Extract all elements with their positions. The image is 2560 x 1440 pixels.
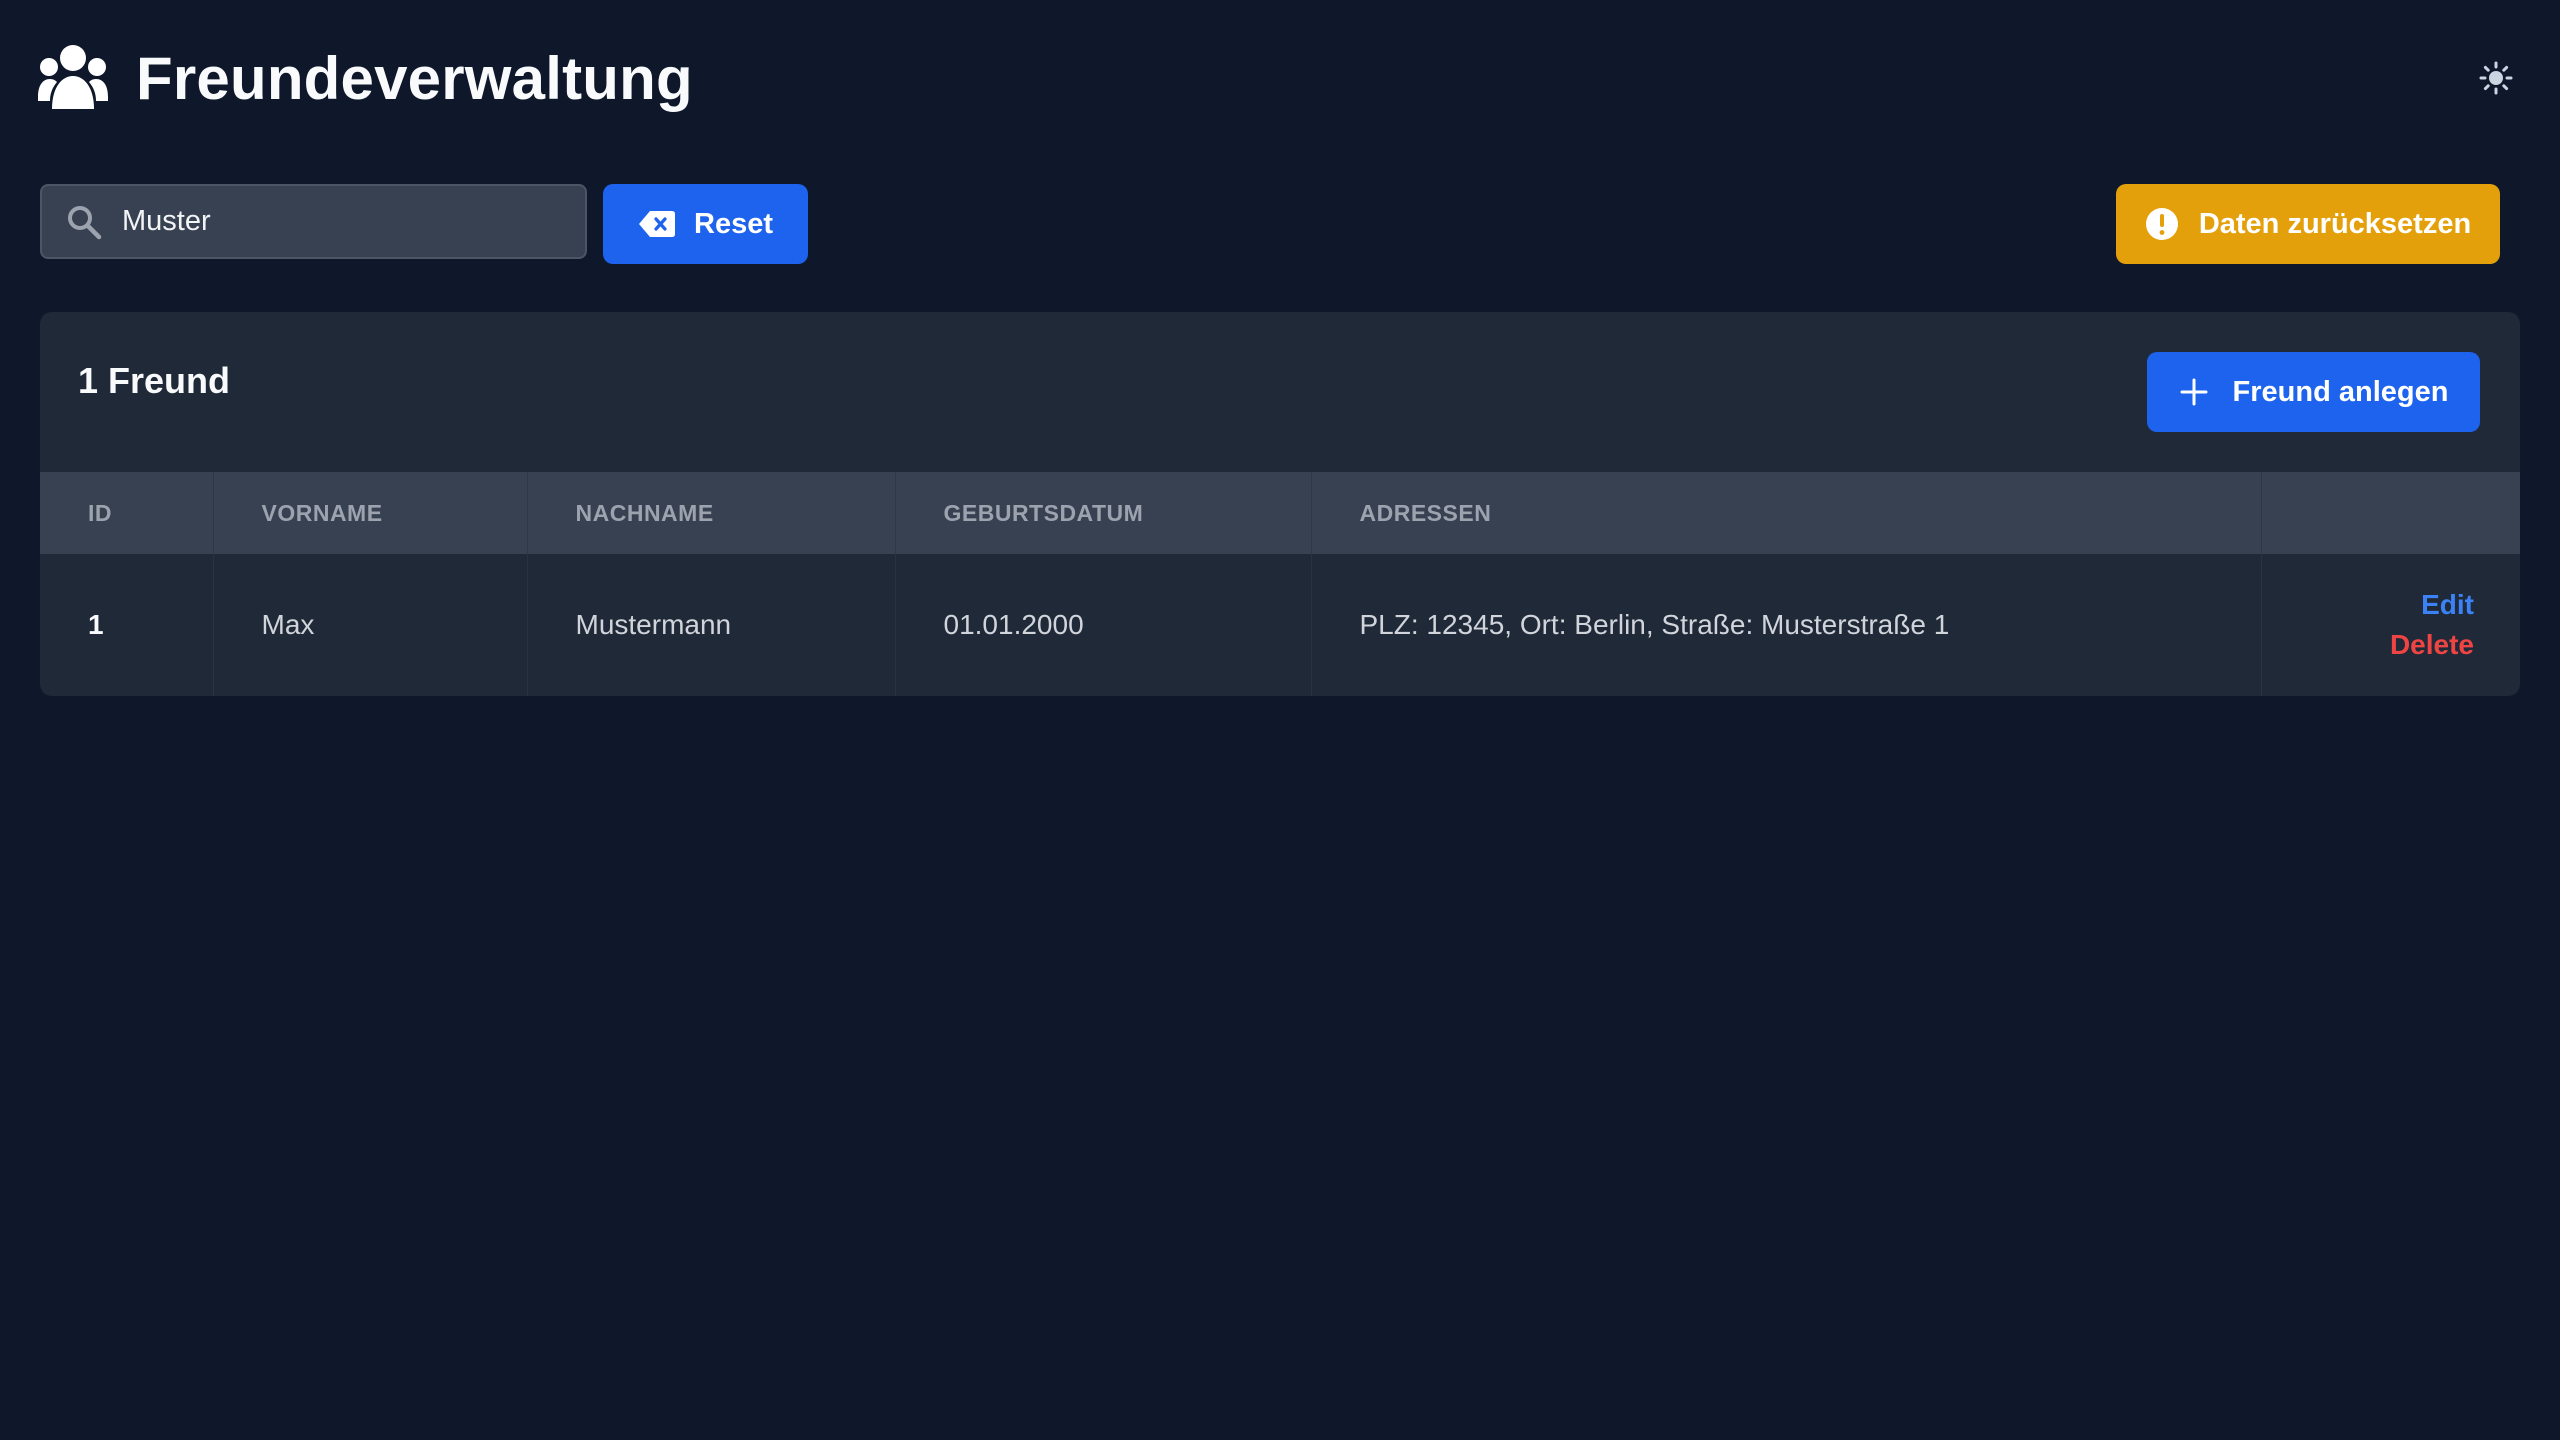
cell-vorname: Max <box>213 554 528 696</box>
reset-data-button[interactable]: Daten zurücksetzen <box>2116 184 2500 264</box>
users-icon <box>38 45 108 109</box>
theme-toggle-button[interactable] <box>2468 50 2524 106</box>
page-title: Freundeverwaltung <box>136 44 693 112</box>
column-header-vorname: VORNAME <box>213 472 528 554</box>
column-header-actions <box>2261 472 2520 554</box>
reset-search-button[interactable]: Reset <box>603 184 808 264</box>
table-row: 1 Max Mustermann 01.01.2000 PLZ: 12345, … <box>40 554 2520 696</box>
search-icon <box>68 205 102 239</box>
app-header: Freundeverwaltung <box>36 38 2524 118</box>
table-header-row: ID VORNAME NACHNAME GEBURTSDATUM ADRESSE… <box>40 472 2520 554</box>
reset-button-label: Reset <box>694 207 773 240</box>
cell-geburtsdatum: 01.01.2000 <box>895 554 1312 696</box>
column-header-id: ID <box>40 472 214 554</box>
reset-data-button-label: Daten zurücksetzen <box>2198 207 2472 240</box>
cell-id: 1 <box>40 554 214 696</box>
edit-link[interactable]: Edit <box>2262 585 2474 625</box>
cell-actions: Edit Delete <box>2261 554 2520 696</box>
sun-icon <box>2479 61 2513 95</box>
search-box[interactable] <box>40 184 587 259</box>
add-friend-button[interactable]: Freund anlegen <box>2147 352 2480 432</box>
delete-link[interactable]: Delete <box>2262 625 2474 665</box>
search-input[interactable] <box>122 205 542 238</box>
exclamation-circle-icon <box>2145 208 2178 240</box>
cell-adressen: PLZ: 12345, Ort: Berlin, Straße: Musters… <box>1311 554 2262 696</box>
friends-table: ID VORNAME NACHNAME GEBURTSDATUM ADRESSE… <box>40 472 2520 696</box>
plus-icon <box>2180 378 2208 406</box>
toolbar: Reset Daten zurücksetzen <box>40 184 2520 264</box>
friend-count: 1 Freund <box>78 360 231 401</box>
cell-nachname: Mustermann <box>527 554 896 696</box>
add-friend-button-label: Freund anlegen <box>2232 375 2449 408</box>
column-header-nachname: NACHNAME <box>527 472 896 554</box>
backspace-icon <box>639 211 675 237</box>
friends-panel: 1 Freund Freund anlegen ID VORNAME NACHN… <box>40 312 2520 696</box>
column-header-geburtsdatum: GEBURTSDATUM <box>895 472 1312 554</box>
column-header-adressen: ADRESSEN <box>1311 472 2262 554</box>
